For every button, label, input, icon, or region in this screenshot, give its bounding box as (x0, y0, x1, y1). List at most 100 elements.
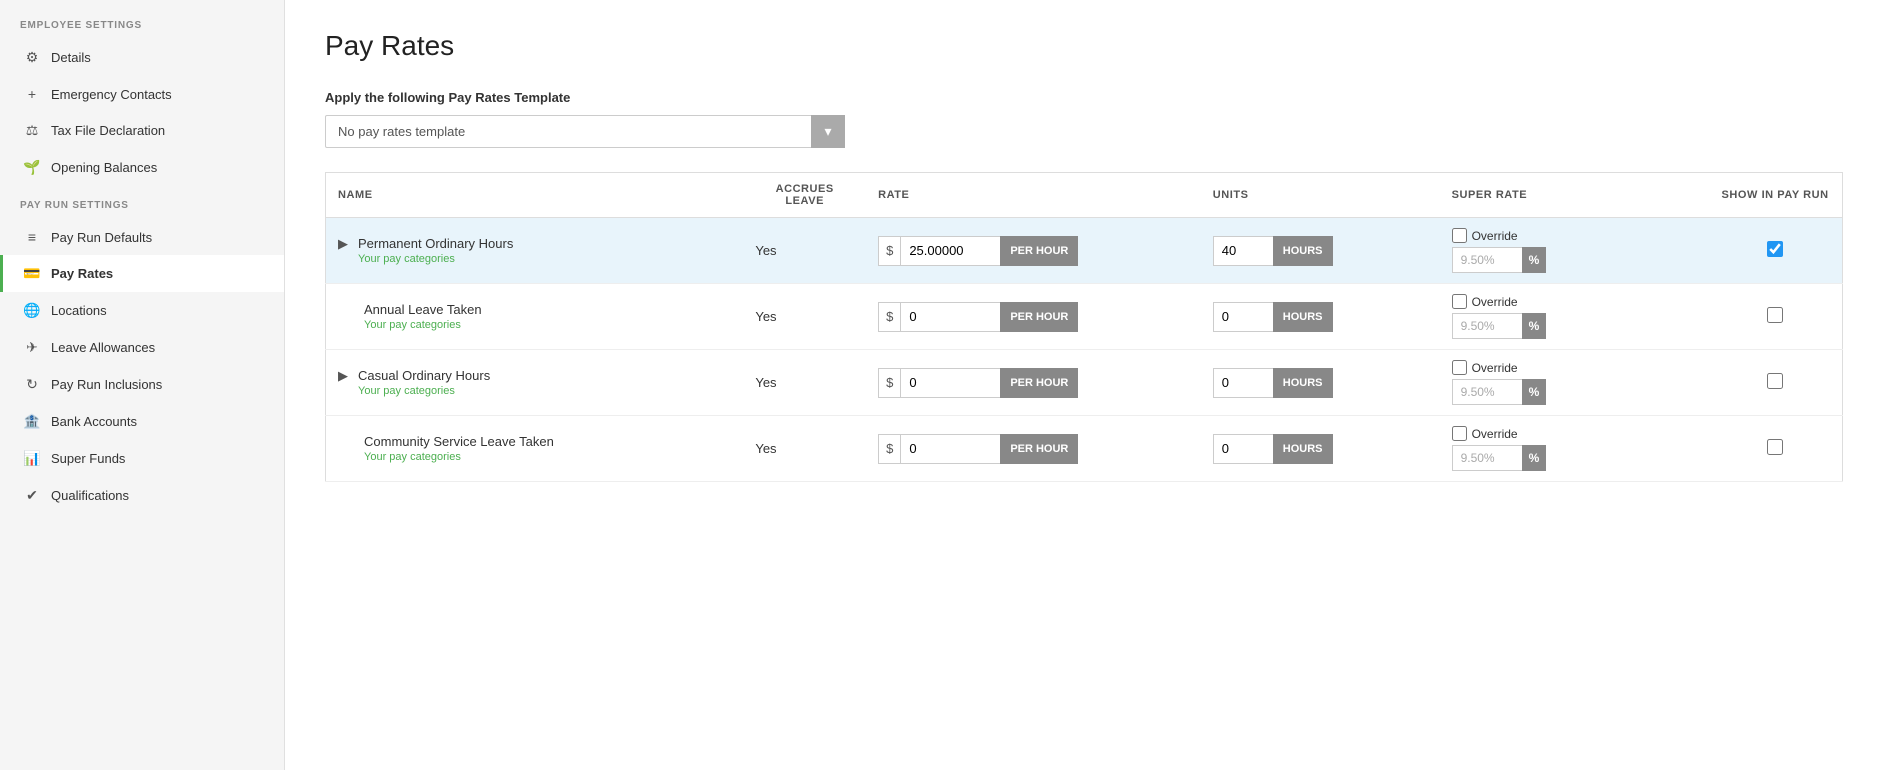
override-label-2: Override (1472, 361, 1518, 375)
row-sub-3: Your pay categories (364, 451, 554, 463)
show-in-run-cb-3[interactable] (1767, 439, 1783, 455)
row-sub-1: Your pay categories (364, 319, 482, 331)
super-rate-input-2[interactable] (1452, 379, 1522, 405)
hours-btn-2[interactable]: HOURS (1273, 368, 1333, 398)
hours-btn-0[interactable]: HOURS (1273, 236, 1333, 266)
percent-btn-3[interactable]: % (1522, 445, 1547, 471)
sidebar-item-label-opening-balances: Opening Balances (51, 160, 157, 175)
units-input-3[interactable] (1213, 434, 1273, 464)
col-header-units: UNITS (1201, 173, 1440, 218)
sidebar-item-super-funds[interactable]: 📊 Super Funds (0, 440, 284, 477)
sidebar-item-label-pay-run-defaults: Pay Run Defaults (51, 230, 152, 245)
pay-rates-table: NAME ACCRUES LEAVE RATE UNITS SUPER RATE… (325, 172, 1843, 482)
percent-btn-1[interactable]: % (1522, 313, 1547, 339)
row-name-3: Community Service Leave Taken (364, 434, 554, 449)
sidebar-item-opening-balances[interactable]: 🌱 Opening Balances (0, 149, 284, 186)
sidebar-item-tax-file-declaration[interactable]: ⚖ Tax File Declaration (0, 112, 284, 149)
expand-row-2[interactable]: ▶ (338, 368, 354, 384)
units-input-2[interactable] (1213, 368, 1273, 398)
override-cb-1[interactable] (1452, 294, 1467, 309)
pay-rates-icon: 💳 (23, 265, 41, 282)
sidebar: EMPLOYEE SETTINGS ⚙ Details + Emergency … (0, 0, 285, 770)
table-row: Community Service Leave Taken Your pay c… (326, 416, 1843, 482)
row-name-0: Permanent Ordinary Hours (358, 236, 513, 251)
per-hour-btn-3[interactable]: PER HOUR (1000, 434, 1078, 464)
sidebar-item-qualifications[interactable]: ✔ Qualifications (0, 477, 284, 514)
per-hour-btn-0[interactable]: PER HOUR (1000, 236, 1078, 266)
table-row: Annual Leave Taken Your pay categories Y… (326, 284, 1843, 350)
details-icon: ⚙ (23, 49, 41, 66)
pay-run-defaults-icon: ≡ (23, 229, 41, 245)
units-input-0[interactable] (1213, 236, 1273, 266)
sidebar-item-label-locations: Locations (51, 303, 107, 318)
sidebar-item-label-emergency-contacts: Emergency Contacts (51, 87, 172, 102)
locations-icon: 🌐 (23, 302, 41, 319)
table-row: ▶ Casual Ordinary Hours Your pay categor… (326, 350, 1843, 416)
hours-btn-3[interactable]: HOURS (1273, 434, 1333, 464)
sidebar-item-locations[interactable]: 🌐 Locations (0, 292, 284, 329)
qualifications-icon: ✔ (23, 487, 41, 504)
dollar-sign-0: $ (878, 236, 900, 266)
show-in-run-cb-0[interactable] (1767, 241, 1783, 257)
sidebar-item-label-bank-accounts: Bank Accounts (51, 414, 137, 429)
accrue-value-2: Yes (755, 375, 776, 390)
template-select[interactable]: No pay rates template (325, 115, 845, 148)
main-content: Pay Rates Apply the following Pay Rates … (285, 0, 1883, 770)
sidebar-item-label-tax-file-declaration: Tax File Declaration (51, 123, 165, 138)
dollar-sign-1: $ (878, 302, 900, 332)
employee-settings-label: EMPLOYEE SETTINGS (0, 20, 284, 39)
expand-row-0[interactable]: ▶ (338, 236, 354, 252)
per-hour-btn-2[interactable]: PER HOUR (1000, 368, 1078, 398)
sidebar-item-emergency-contacts[interactable]: + Emergency Contacts (0, 76, 284, 112)
per-hour-btn-1[interactable]: PER HOUR (1000, 302, 1078, 332)
override-cb-3[interactable] (1452, 426, 1467, 441)
show-in-run-cb-2[interactable] (1767, 373, 1783, 389)
row-sub-2: Your pay categories (358, 385, 490, 397)
row-name-2: Casual Ordinary Hours (358, 368, 490, 383)
sidebar-item-label-super-funds: Super Funds (51, 451, 125, 466)
col-header-name: NAME (326, 173, 744, 218)
override-label-1: Override (1472, 295, 1518, 309)
emergency-contacts-icon: + (23, 86, 41, 102)
sidebar-item-pay-rates[interactable]: 💳 Pay Rates (0, 255, 284, 292)
dollar-sign-2: $ (878, 368, 900, 398)
sidebar-item-leave-allowances[interactable]: ✈ Leave Allowances (0, 329, 284, 366)
sidebar-item-pay-run-inclusions[interactable]: ↻ Pay Run Inclusions (0, 366, 284, 403)
tax-file-declaration-icon: ⚖ (23, 122, 41, 139)
percent-btn-0[interactable]: % (1522, 247, 1547, 273)
table-row: ▶ Permanent Ordinary Hours Your pay cate… (326, 218, 1843, 284)
sidebar-item-label-pay-run-inclusions: Pay Run Inclusions (51, 377, 162, 392)
template-section-label: Apply the following Pay Rates Template (325, 90, 1843, 105)
super-rate-input-3[interactable] (1452, 445, 1522, 471)
opening-balances-icon: 🌱 (23, 159, 41, 176)
accrue-value-0: Yes (755, 243, 776, 258)
sidebar-item-pay-run-defaults[interactable]: ≡ Pay Run Defaults (0, 219, 284, 255)
hours-btn-1[interactable]: HOURS (1273, 302, 1333, 332)
rate-input-3[interactable] (900, 434, 1000, 464)
rate-input-0[interactable] (900, 236, 1000, 266)
col-header-show: SHOW IN PAY RUN (1708, 173, 1842, 218)
rate-input-1[interactable] (900, 302, 1000, 332)
sidebar-item-label-leave-allowances: Leave Allowances (51, 340, 155, 355)
percent-btn-2[interactable]: % (1522, 379, 1547, 405)
col-header-accrues: ACCRUES LEAVE (743, 173, 866, 218)
sidebar-item-details[interactable]: ⚙ Details (0, 39, 284, 76)
sidebar-item-label-details: Details (51, 50, 91, 65)
sidebar-item-label-qualifications: Qualifications (51, 488, 129, 503)
super-rate-input-0[interactable] (1452, 247, 1522, 273)
accrue-value-1: Yes (755, 309, 776, 324)
row-name-1: Annual Leave Taken (364, 302, 482, 317)
override-cb-2[interactable] (1452, 360, 1467, 375)
page-title: Pay Rates (325, 30, 1843, 62)
super-funds-icon: 📊 (23, 450, 41, 467)
col-header-rate: RATE (866, 173, 1201, 218)
template-select-wrapper: No pay rates template (325, 115, 845, 148)
accrue-value-3: Yes (755, 441, 776, 456)
units-input-1[interactable] (1213, 302, 1273, 332)
sidebar-item-bank-accounts[interactable]: 🏦 Bank Accounts (0, 403, 284, 440)
show-in-run-cb-1[interactable] (1767, 307, 1783, 323)
rate-input-2[interactable] (900, 368, 1000, 398)
super-rate-input-1[interactable] (1452, 313, 1522, 339)
col-header-super: SUPER RATE (1440, 173, 1709, 218)
override-cb-0[interactable] (1452, 228, 1467, 243)
